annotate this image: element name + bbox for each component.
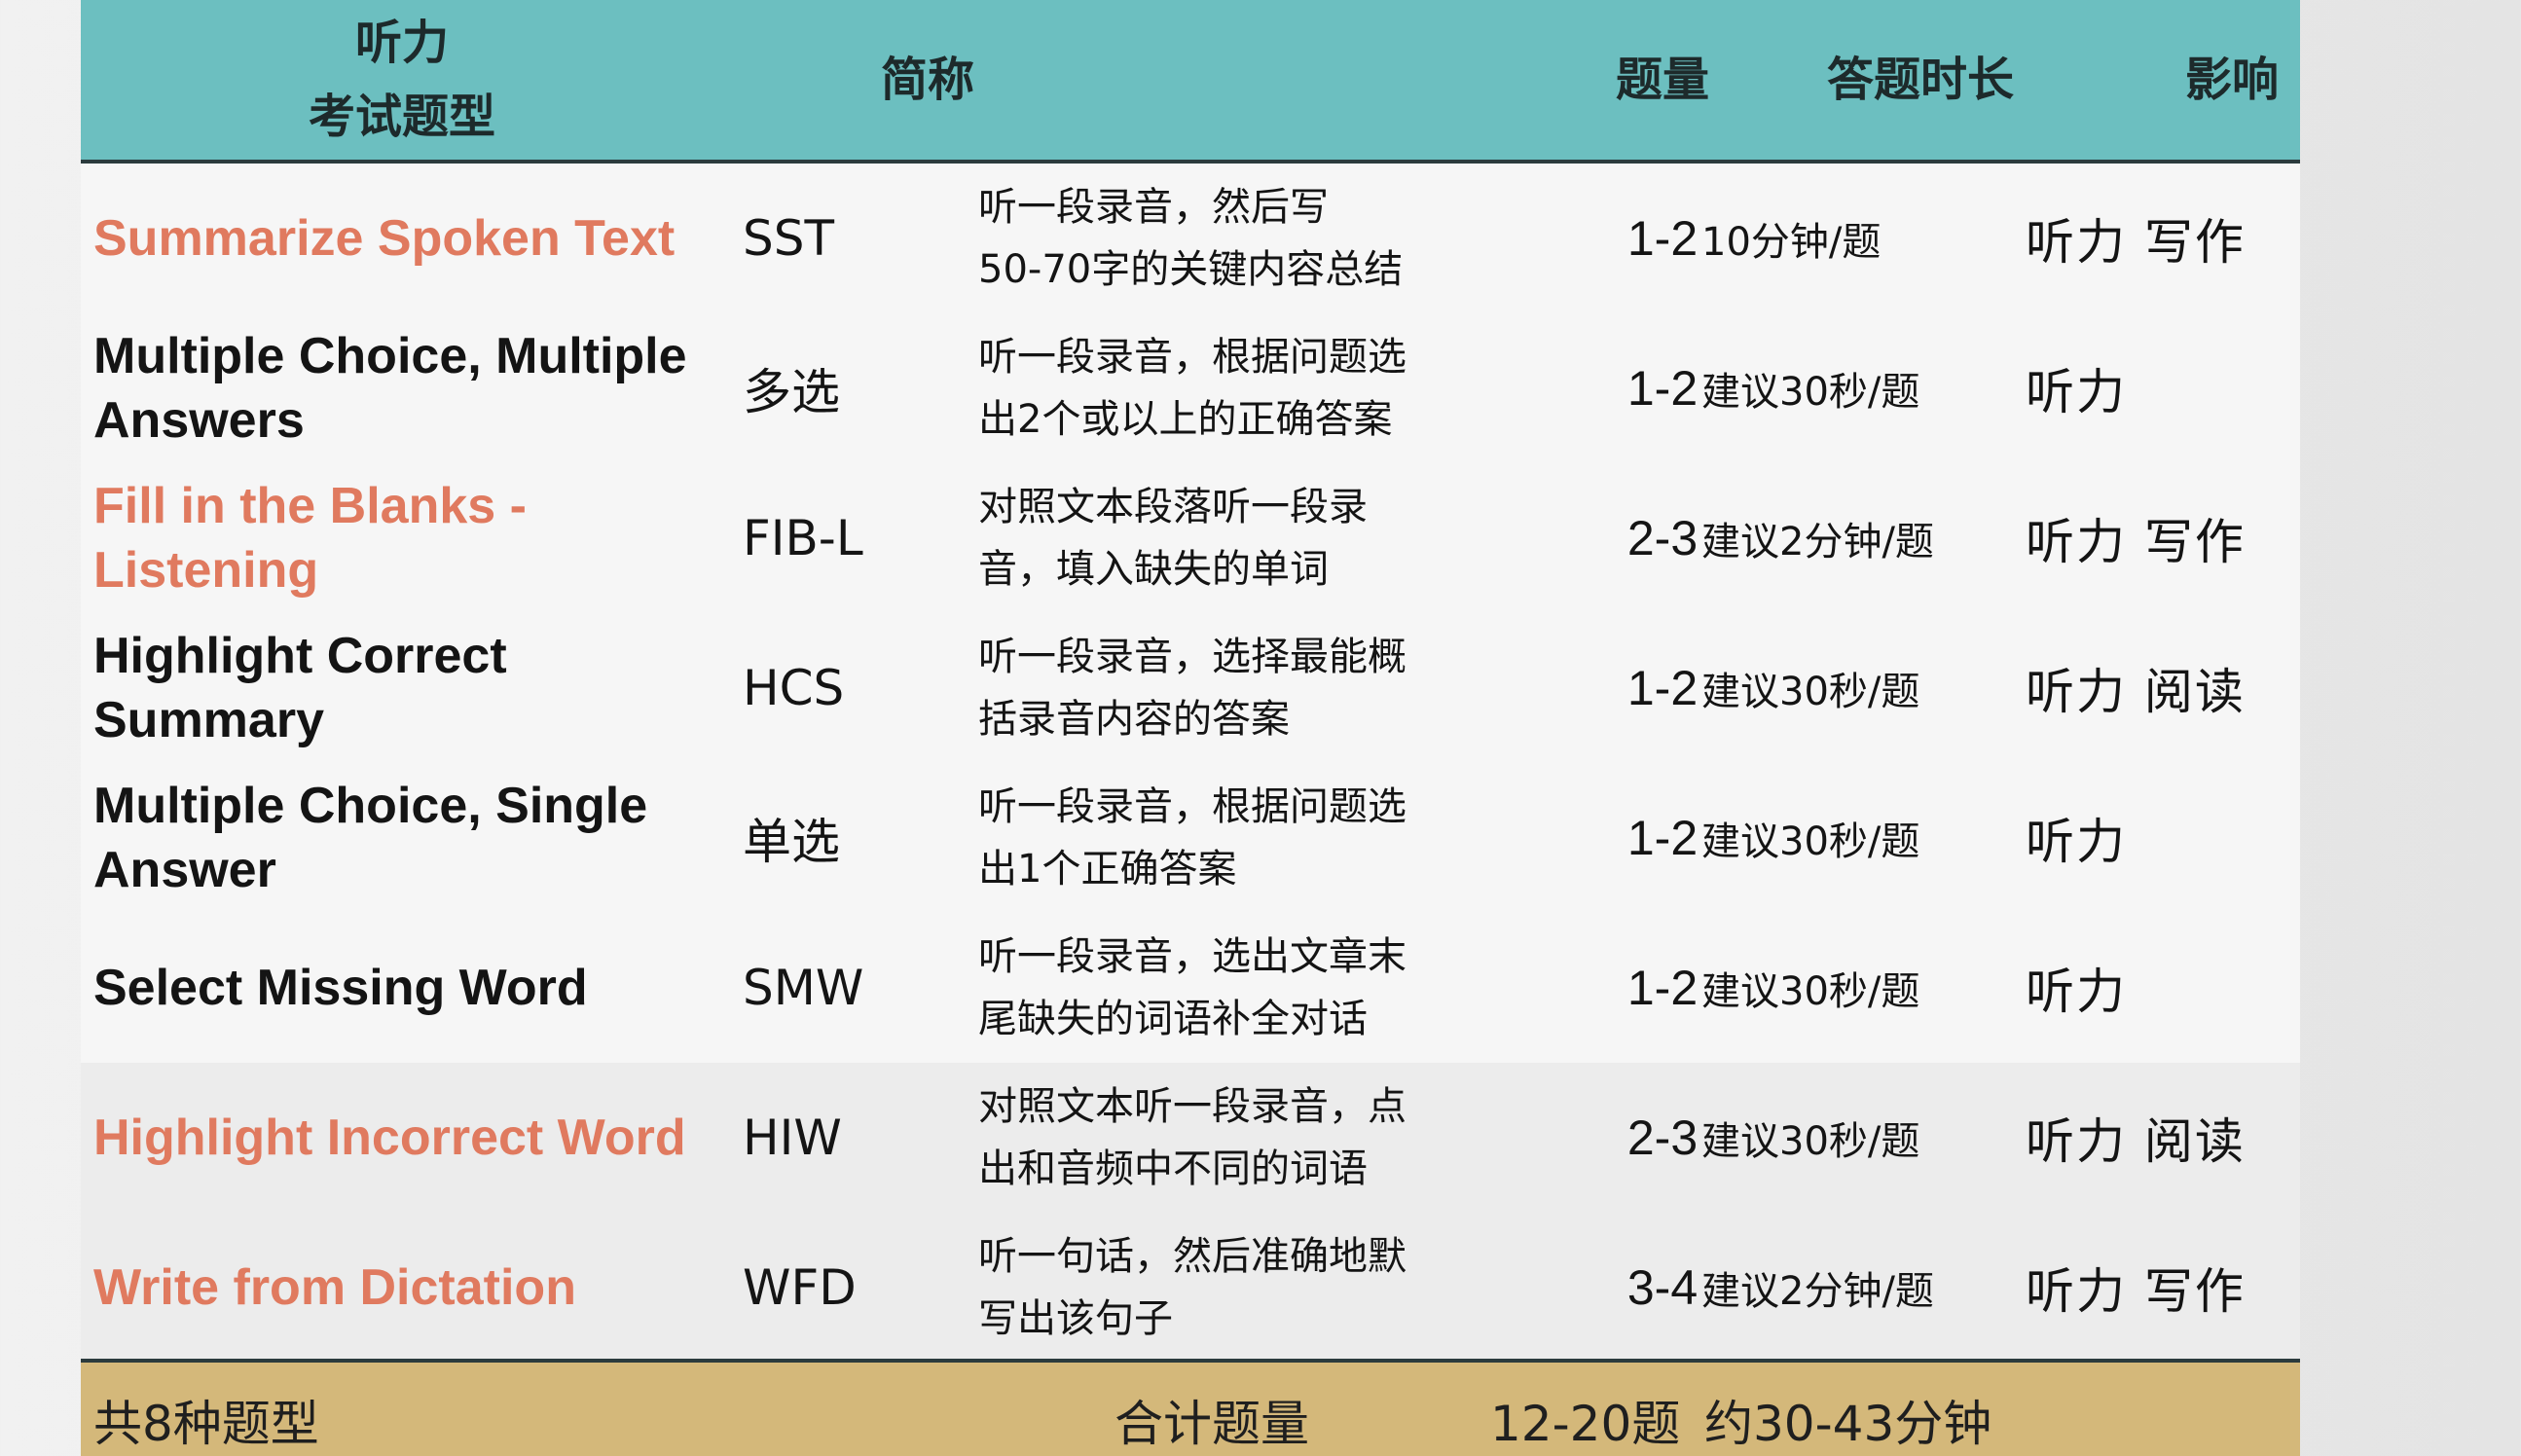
description-line: 写出该句子 xyxy=(978,1296,1173,1341)
description-line: 出1个正确答案 xyxy=(978,847,1237,892)
answer-time: 10分钟/题 xyxy=(1701,220,1882,265)
types-total: 共8种题型 xyxy=(93,1396,319,1452)
abbreviation: WFD xyxy=(743,1259,857,1316)
description: 听一句话，然后准确地默 写出该句子 xyxy=(978,1213,1562,1363)
total-time: 约30-43分钟 xyxy=(1704,1396,1992,1452)
question-type: Multiple Choice, Single Answer xyxy=(93,778,648,898)
question-type: Multiple Choice, Multiple Answers xyxy=(93,328,687,449)
question-type: Select Missing Word xyxy=(93,960,588,1016)
impact: 听力 阅读 xyxy=(2026,664,2246,720)
answer-time: 建议2分钟/题 xyxy=(1701,1269,1934,1314)
description: 听一段录音，然后写 50-70字的关键内容总结 xyxy=(978,164,1562,313)
description: 听一段录音，根据问题选 出2个或以上的正确答案 xyxy=(978,313,1562,463)
impact: 听力 写作 xyxy=(2026,1263,2246,1320)
description-line: 对照文本段落听一段录 xyxy=(978,485,1368,529)
impact: 听力 xyxy=(2026,964,2127,1020)
description: 听一段录音，根据问题选 出1个正确答案 xyxy=(978,763,1562,913)
answer-time: 建议30秒/题 xyxy=(1701,819,1920,864)
question-type: Highlight Incorrect Word xyxy=(93,1110,686,1166)
abbreviation: HCS xyxy=(743,660,845,716)
description: 听一段录音，选择最能概 括录音内容的答案 xyxy=(978,613,1562,763)
abbreviation: 多选 xyxy=(743,364,840,420)
header-abbr: 简称 xyxy=(880,53,974,107)
impact: 听力 xyxy=(2026,364,2127,420)
answer-time: 建议30秒/题 xyxy=(1701,370,1920,415)
description: 对照文本段落听一段录 音，填入缺失的单词 xyxy=(978,463,1562,613)
abbreviation: SST xyxy=(743,210,835,267)
description-line: 听一段录音，选择最能概 xyxy=(978,635,1407,679)
impact: 听力 xyxy=(2026,814,2127,870)
question-type: Fill in the Blanks - Listening xyxy=(93,478,527,599)
description-line: 听一段录音，根据问题选 xyxy=(978,784,1407,829)
impact: 听力 阅读 xyxy=(2026,1113,2246,1170)
question-type: Summarize Spoken Text xyxy=(93,210,676,267)
header-type-line1: 听力 xyxy=(354,16,449,70)
description-line: 听一段录音，选出文章末 xyxy=(978,934,1407,979)
answer-time: 建议30秒/题 xyxy=(1701,1119,1920,1164)
answer-time: 建议30秒/题 xyxy=(1701,670,1920,714)
description-line: 对照文本听一段录音，点 xyxy=(978,1084,1407,1129)
answer-time: 建议30秒/题 xyxy=(1701,969,1920,1014)
question-type: Write from Dictation xyxy=(93,1259,576,1316)
table-footer: 共8种题型 合计题量 12-20题 约30-43分钟 xyxy=(81,1359,2300,1456)
description-line: 听一段录音，然后写 xyxy=(978,185,1329,230)
impact: 听力 写作 xyxy=(2026,514,2246,570)
answer-time: 建议2分钟/题 xyxy=(1701,520,1934,564)
total-label: 合计题量 xyxy=(1114,1396,1309,1452)
table-header: 听力 考试题型 简称 题量 答题时长 影响 xyxy=(81,0,2300,164)
table-row: Select Missing Word SMW 听一段录音，选出文章末 尾缺失的词… xyxy=(81,913,2300,1066)
description-line: 出和音频中不同的词语 xyxy=(978,1147,1368,1191)
question-type: Highlight Correct Summary xyxy=(93,628,507,748)
description: 对照文本听一段录音，点 出和音频中不同的词语 xyxy=(978,1063,1562,1213)
abbreviation: FIB-L xyxy=(743,510,863,566)
description-line: 听一句话，然后准确地默 xyxy=(978,1234,1407,1279)
abbreviation: 单选 xyxy=(743,814,840,870)
table-row: Write from Dictation WFD 听一句话，然后准确地默 写出该句… xyxy=(81,1213,2300,1363)
description-line: 50-70字的关键内容总结 xyxy=(978,247,1404,292)
table-row: Multiple Choice, Single Answer 单选 听一段录音，… xyxy=(81,763,2300,916)
abbreviation: HIW xyxy=(743,1110,842,1166)
table-row: Highlight Incorrect Word HIW 对照文本听一段录音，点… xyxy=(81,1063,2300,1216)
description-line: 听一段录音，根据问题选 xyxy=(978,335,1407,380)
table-row: Summarize Spoken Text SST 听一段录音，然后写 50-70… xyxy=(81,164,2300,316)
abbreviation: SMW xyxy=(743,960,864,1016)
header-type-line2: 考试题型 xyxy=(308,90,495,144)
description: 听一段录音，选出文章末 尾缺失的词语补全对话 xyxy=(978,913,1562,1063)
description-line: 音，填入缺失的单词 xyxy=(978,547,1329,592)
header-type: 听力 考试题型 xyxy=(81,0,723,160)
description-line: 括录音内容的答案 xyxy=(978,697,1290,742)
table-row: Fill in the Blanks - Listening FIB-L 对照文… xyxy=(81,463,2300,616)
table-row: Multiple Choice, Multiple Answers 多选 听一段… xyxy=(81,313,2300,466)
exam-table: 听力 考试题型 简称 题量 答题时长 影响 Summarize Spoken T… xyxy=(81,0,2300,1456)
header-impact: 影响 xyxy=(2184,53,2279,107)
description-line: 尾缺失的词语补全对话 xyxy=(978,997,1368,1041)
impact: 听力 写作 xyxy=(2026,214,2246,271)
total-count: 12-20题 xyxy=(1490,1396,1681,1452)
table-row: Highlight Correct Summary HCS 听一段录音，选择最能… xyxy=(81,613,2300,766)
description-line: 出2个或以上的正确答案 xyxy=(978,397,1393,442)
